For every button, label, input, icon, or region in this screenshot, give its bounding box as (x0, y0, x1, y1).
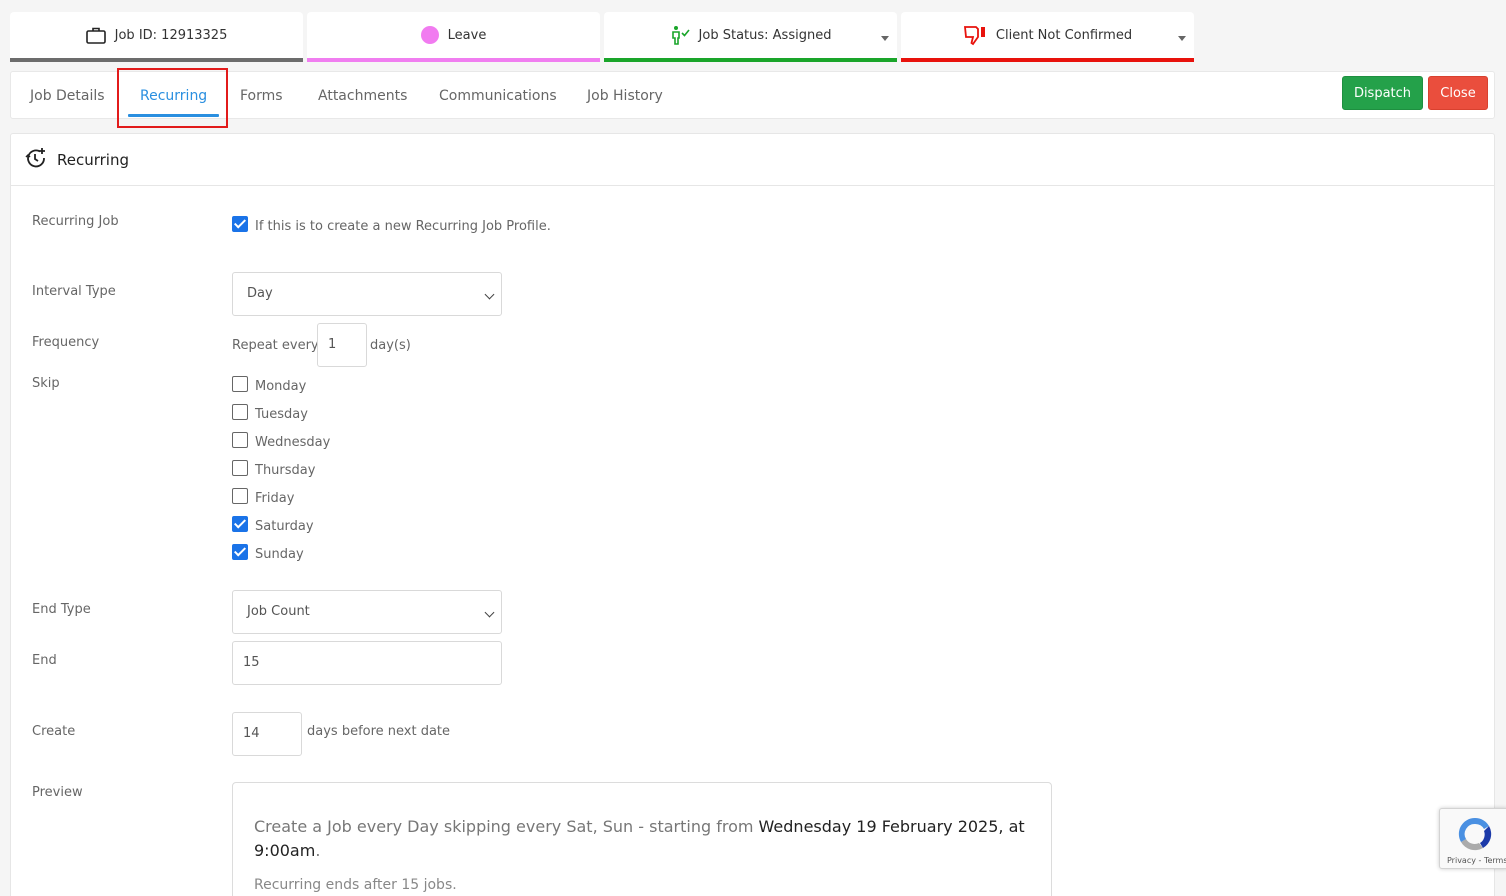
recaptcha-logo-icon (1456, 815, 1494, 857)
client-status-text: Client Not Confirmed (995, 27, 1133, 43)
tab-attachments[interactable]: Attachments (318, 72, 407, 120)
leave-card[interactable]: Leave (307, 12, 600, 62)
recurring-panel: Recurring Recurring Job If this is to cr… (10, 133, 1495, 896)
tab-bar: Job Details Recurring Forms Attachments … (10, 71, 1495, 119)
tab-communications[interactable]: Communications (439, 72, 557, 120)
leave-dot-icon (420, 26, 439, 44)
panel-title: Recurring (57, 150, 129, 169)
end-type-label: End Type (32, 602, 91, 617)
tab-job-details[interactable]: Job Details (30, 72, 105, 120)
end-input[interactable]: 15 (232, 641, 502, 685)
skip-wednesday-checkbox[interactable] (232, 432, 248, 448)
dispatch-button[interactable]: Dispatch (1342, 76, 1423, 110)
preview-text: Create a Job every Day skipping every Sa… (254, 817, 754, 836)
skip-day-label: Friday (255, 491, 295, 506)
briefcase-icon (85, 26, 106, 44)
skip-monday-checkbox[interactable] (232, 376, 248, 392)
create-suffix: days before next date (307, 724, 451, 739)
recaptcha-links[interactable]: Privacy - Terms (1447, 856, 1506, 865)
skip-saturday-checkbox[interactable] (232, 516, 248, 532)
recurring-clock-icon (25, 147, 47, 173)
frequency-label: Frequency (32, 335, 100, 350)
job-status-dropdown[interactable]: Job Status: Assigned (604, 12, 897, 62)
thumbs-down-icon (963, 24, 987, 46)
interval-type-label: Interval Type (32, 284, 116, 299)
person-check-icon (670, 25, 690, 45)
skip-label: Skip (32, 376, 60, 391)
end-type-select[interactable]: Job Count (232, 590, 502, 634)
preview-box: Create a Job every Day skipping every Sa… (232, 782, 1052, 896)
frequency-prefix: Repeat every (232, 338, 319, 353)
tab-job-history[interactable]: Job History (587, 72, 663, 120)
recurring-job-label: Recurring Job (32, 214, 119, 229)
preview-summary: Create a Job every Day skipping every Sa… (254, 817, 1025, 860)
skip-day-label: Tuesday (255, 407, 308, 422)
skip-friday-checkbox[interactable] (232, 488, 248, 504)
client-confirmation-dropdown[interactable]: Client Not Confirmed (901, 12, 1194, 62)
recaptcha-badge[interactable]: Privacy - Terms (1439, 808, 1506, 869)
chevron-down-icon (484, 289, 495, 300)
skip-day-label: Thursday (255, 463, 316, 478)
end-label: End (32, 653, 57, 668)
frequency-suffix: day(s) (370, 338, 411, 353)
skip-day-label: Sunday (255, 547, 304, 562)
tab-recurring[interactable]: Recurring (127, 72, 220, 120)
skip-sunday-checkbox[interactable] (232, 544, 248, 560)
preview-label: Preview (32, 785, 83, 800)
job-status-text: Job Status: Assigned (698, 27, 832, 43)
chevron-down-icon (1178, 36, 1186, 41)
leave-text: Leave (447, 27, 487, 43)
chevron-down-icon (881, 36, 889, 41)
job-id-card: Job ID: 12913325 (10, 12, 303, 62)
preview-end-text: Recurring ends after 15 jobs. (254, 877, 457, 893)
create-days-input[interactable]: 14 (232, 712, 302, 756)
skip-day-label: Wednesday (255, 435, 331, 450)
interval-type-select[interactable]: Day (232, 272, 502, 316)
create-label: Create (32, 724, 76, 739)
recurring-job-description: If this is to create a new Recurring Job… (255, 219, 551, 234)
skip-day-label: Saturday (255, 519, 314, 534)
end-type-value: Job Count (247, 604, 310, 619)
skip-day-label: Monday (255, 379, 307, 394)
skip-tuesday-checkbox[interactable] (232, 404, 248, 420)
frequency-input[interactable]: 1 (317, 323, 367, 367)
chevron-down-icon (484, 607, 495, 618)
job-id-text: Job ID: 12913325 (114, 27, 228, 43)
tab-forms[interactable]: Forms (240, 72, 283, 120)
panel-header: Recurring (11, 134, 1494, 186)
close-button[interactable]: Close (1428, 76, 1488, 110)
skip-thursday-checkbox[interactable] (232, 460, 248, 476)
recurring-job-checkbox[interactable] (232, 216, 248, 232)
interval-type-value: Day (247, 286, 273, 301)
